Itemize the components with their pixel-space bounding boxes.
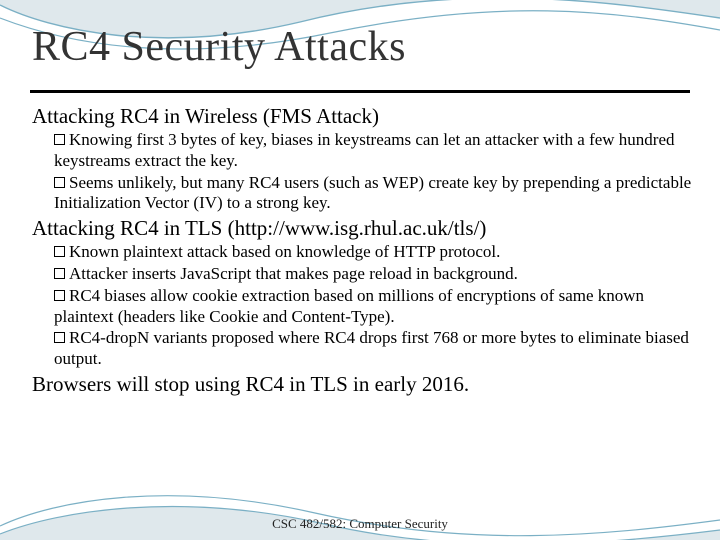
bullet-text: RC4-dropN variants proposed where RC4 dr…: [54, 328, 689, 368]
slide-content: Attacking RC4 in Wireless (FMS Attack) K…: [32, 102, 692, 398]
checkbox-icon: [54, 246, 65, 257]
slide-title: RC4 Security Attacks: [32, 26, 406, 68]
bullet-text: Seems unlikely, but many RC4 users (such…: [54, 173, 691, 213]
bullet-item: Attacker inserts JavaScript that makes p…: [54, 264, 692, 285]
bullet-item: Seems unlikely, but many RC4 users (such…: [54, 173, 692, 214]
slide: RC4 Security Attacks Attacking RC4 in Wi…: [0, 0, 720, 540]
bullet-text: Knowing first 3 bytes of key, biases in …: [54, 130, 675, 170]
checkbox-icon: [54, 290, 65, 301]
slide-footer: CSC 482/582: Computer Security: [0, 516, 720, 532]
section-heading: Browsers will stop using RC4 in TLS in e…: [32, 372, 692, 397]
bullet-text: Attacker inserts JavaScript that makes p…: [69, 264, 518, 283]
section-heading: Attacking RC4 in Wireless (FMS Attack): [32, 104, 692, 129]
checkbox-icon: [54, 177, 65, 188]
title-underline: [30, 90, 690, 93]
bullet-text: Known plaintext attack based on knowledg…: [69, 242, 500, 261]
bullet-item: Knowing first 3 bytes of key, biases in …: [54, 130, 692, 171]
checkbox-icon: [54, 134, 65, 145]
bullet-item: RC4 biases allow cookie extraction based…: [54, 286, 692, 327]
checkbox-icon: [54, 332, 65, 343]
bullet-text: RC4 biases allow cookie extraction based…: [54, 286, 644, 326]
section-heading: Attacking RC4 in TLS (http://www.isg.rhu…: [32, 216, 692, 241]
bullet-item: RC4-dropN variants proposed where RC4 dr…: [54, 328, 692, 369]
bullet-item: Known plaintext attack based on knowledg…: [54, 242, 692, 263]
checkbox-icon: [54, 268, 65, 279]
